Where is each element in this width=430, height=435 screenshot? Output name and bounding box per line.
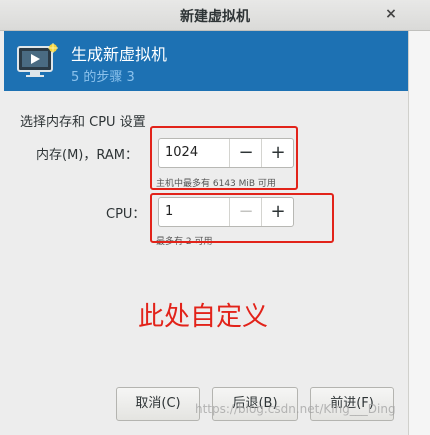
cpu-label: CPU：	[106, 207, 146, 222]
highlight-box-cpu	[150, 193, 334, 243]
wizard-title: 生成新虚拟机	[71, 45, 168, 64]
wizard-header: 生成新虚拟机 5 的步骤 3	[4, 31, 408, 91]
section-label: 选择内存和 CPU 设置	[20, 115, 146, 130]
window-title: 新建虚拟机	[180, 9, 250, 25]
close-icon[interactable]: ×	[382, 5, 400, 23]
window-edge	[408, 31, 430, 435]
title-bar: 新建虚拟机 ×	[0, 0, 430, 31]
monitor-icon	[17, 43, 58, 77]
watermark: https://blog.csdn.net/King___Ding	[195, 402, 396, 416]
cancel-button[interactable]: 取消(C)	[116, 387, 200, 421]
custom-annotation: 此处自定义	[138, 302, 269, 332]
wizard-step: 5 的步骤 3	[71, 70, 135, 85]
memory-label: 内存(M)，RAM：	[36, 148, 138, 163]
highlight-box-memory	[150, 126, 298, 190]
